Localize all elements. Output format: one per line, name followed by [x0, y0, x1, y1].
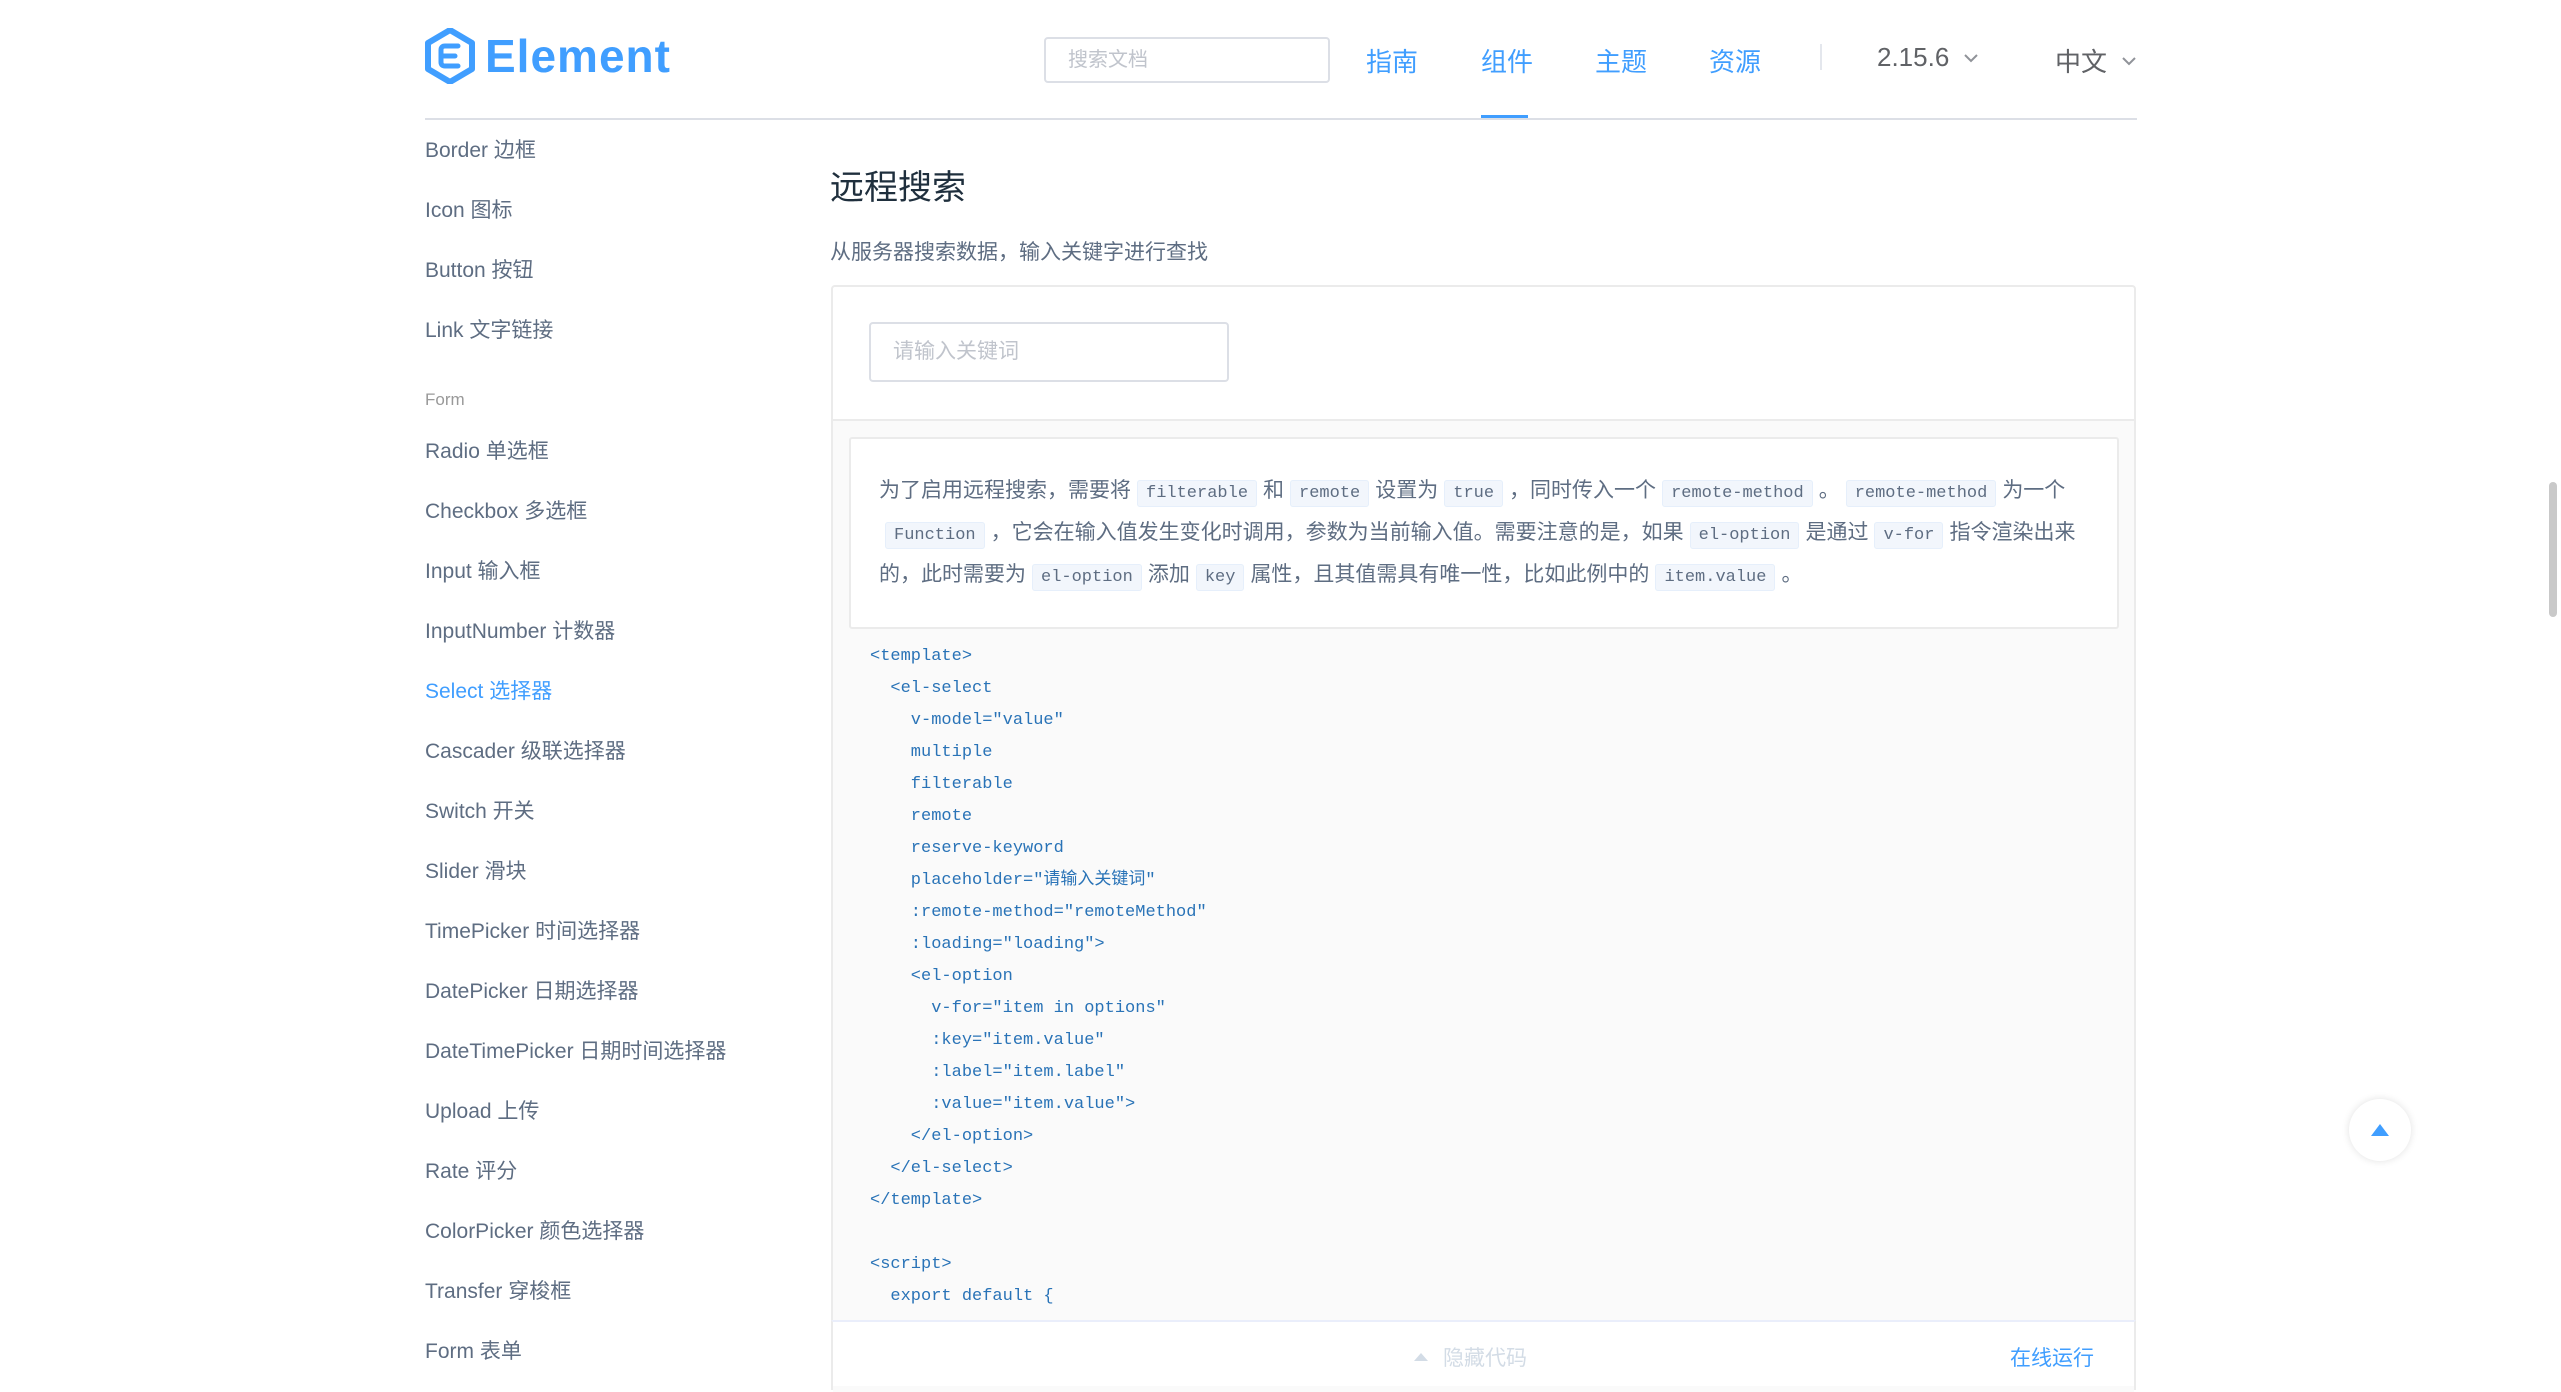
hide-code-label: 隐藏代码 — [1443, 1347, 1527, 1370]
code-remote: remote — [1290, 480, 1370, 507]
page: Element 指南 组件 主题 资源 2.15.6 中文 Border 边框 … — [0, 0, 2561, 1392]
desc-text: ，同时传入一个 — [1509, 479, 1657, 502]
code-line: :value="item.value"> — [870, 1095, 1136, 1114]
code-item-value: item.value — [1655, 564, 1776, 591]
sidebar-item-switch[interactable]: Switch 开关 — [425, 795, 535, 825]
demo-block: 为了启用远程搜索，需要将filterable和remote设置为true，同时传… — [831, 285, 2136, 1392]
demo-source — [833, 287, 2134, 421]
code-function: Function — [885, 522, 985, 549]
code-line: <el-select — [870, 679, 993, 698]
sidebar-item-select[interactable]: Select 选择器 — [425, 675, 552, 705]
code-block: <template> <el-select v-model="value" mu… — [870, 641, 1207, 1313]
caret-up-icon — [1414, 1353, 1428, 1361]
code-line: <template> — [870, 647, 973, 666]
code-line: v-for="item in options" — [870, 999, 1166, 1018]
code-line: :key="item.value" — [870, 1031, 1105, 1050]
code-remote-method: remote-method — [1662, 480, 1813, 507]
version-dropdown[interactable]: 2.15.6 — [1877, 42, 1979, 73]
search-input[interactable] — [1044, 37, 1330, 83]
language-dropdown[interactable]: 中文 — [2055, 42, 2137, 79]
remote-search-input[interactable] — [869, 322, 1229, 382]
desc-text: 为了启用远程搜索，需要将 — [879, 479, 1131, 502]
demo-description: 为了启用远程搜索，需要将 filterable 和 remote 设置为 true ，同时传… — [849, 437, 2119, 629]
chevron-down-icon — [1964, 53, 1979, 62]
code-filterable: filterable — [1137, 480, 1258, 507]
section-description: 从服务器搜索数据，输入关键字进行查找 — [830, 241, 1208, 264]
sidebar-item-radio[interactable]: Radio 单选框 — [425, 435, 549, 465]
code-el-option: el-option — [1032, 564, 1142, 591]
code-line: :remote-method="remoteMethod" — [870, 903, 1207, 922]
desc-text: 。 — [1818, 479, 1840, 502]
nav-divider — [1820, 44, 1822, 70]
page-scrollbar[interactable] — [2549, 482, 2557, 617]
code-line: export default { — [870, 1287, 1054, 1306]
nav-component[interactable]: 组件 — [1481, 42, 1533, 79]
sidebar-item-colorpicker[interactable]: ColorPicker 颜色选择器 — [425, 1215, 644, 1245]
code-true: true — [1444, 480, 1504, 507]
nav-resource[interactable]: 资源 — [1709, 42, 1761, 79]
back-to-top-icon — [2371, 1124, 2389, 1136]
hide-code-button[interactable]: 隐藏代码 — [1413, 1342, 1527, 1372]
back-to-top-button[interactable] — [2349, 1099, 2411, 1161]
sidebar-item-datetimepicker[interactable]: DateTimePicker 日期时间选择器 — [425, 1035, 726, 1065]
code-el-option: el-option — [1689, 522, 1800, 549]
desc-text: 为一个 — [2002, 479, 2066, 502]
desc-text: 。 — [1781, 563, 1803, 586]
code-v-for: v-for — [1874, 522, 1944, 549]
code-line: :loading="loading"> — [870, 935, 1105, 954]
code-line: multiple — [870, 743, 993, 762]
demo-meta: 为了启用远程搜索，需要将 filterable 和 remote 设置为 true ，同时传… — [833, 421, 2134, 1392]
section-title: 远程搜索 — [830, 169, 966, 207]
element-logo-icon — [425, 28, 475, 84]
code-line: reserve-keyword — [870, 839, 1064, 858]
desc-text: 设置为 — [1375, 479, 1439, 502]
desc-text: ，它会在输入值发生变化时调用，参数为当前输入值。需要注意的是，如果 — [990, 521, 1684, 544]
demo-control-bar: 隐藏代码 在线运行 — [831, 1320, 2136, 1386]
code-line: <script> — [870, 1255, 952, 1274]
sidebar-item-inputnumber[interactable]: InputNumber 计数器 — [425, 615, 615, 645]
desc-text: 添加 — [1147, 563, 1190, 586]
chevron-down-icon — [2122, 56, 2136, 65]
code-line: placeholder="请输入关键词" — [870, 871, 1156, 890]
header-divider — [425, 118, 2137, 120]
desc-text: 和 — [1263, 479, 1285, 502]
sidebar-item-border[interactable]: Border 边框 — [425, 134, 536, 164]
logo[interactable]: Element — [425, 28, 671, 84]
sidebar-item-input[interactable]: Input 输入框 — [425, 555, 541, 585]
sidebar-item-checkbox[interactable]: Checkbox 多选框 — [425, 495, 587, 525]
sidebar-item-link[interactable]: Link 文字链接 — [425, 314, 553, 344]
sidebar-item-cascader[interactable]: Cascader 级联选择器 — [425, 735, 626, 765]
code-remote-method: remote-method — [1845, 480, 1997, 507]
sidebar-item-rate[interactable]: Rate 评分 — [425, 1155, 517, 1185]
sidebar-item-timepicker[interactable]: TimePicker 时间选择器 — [425, 915, 640, 945]
code-line: :label="item.label" — [870, 1063, 1126, 1082]
code-line: <el-option — [870, 967, 1013, 986]
code-line: </el-option> — [870, 1127, 1034, 1146]
language-label: 中文 — [2055, 47, 2108, 77]
sidebar-item-upload[interactable]: Upload 上传 — [425, 1095, 539, 1125]
code-line: </el-select> — [870, 1159, 1013, 1178]
logo-text: Element — [485, 30, 671, 82]
sidebar-item-button[interactable]: Button 按钮 — [425, 254, 534, 284]
code-line: </template> — [870, 1191, 983, 1210]
sidebar-item-slider[interactable]: Slider 滑块 — [425, 855, 527, 885]
sidebar-item-form[interactable]: Form 表单 — [425, 1335, 522, 1365]
sidebar-item-datepicker[interactable]: DatePicker 日期选择器 — [425, 975, 639, 1005]
desc-text: 属性，且其值需具有唯一性，比如此例中的 — [1250, 563, 1650, 586]
nav-guide[interactable]: 指南 — [1366, 42, 1418, 79]
nav-theme[interactable]: 主题 — [1595, 42, 1647, 79]
sidebar-item-transfer[interactable]: Transfer 穿梭框 — [425, 1275, 571, 1305]
sidebar-group-form: Form — [425, 390, 465, 409]
code-line: filterable — [870, 775, 1013, 794]
run-online-button[interactable]: 在线运行 — [2010, 1342, 2094, 1372]
code-key: key — [1195, 564, 1245, 591]
desc-text: 是通过 — [1805, 521, 1869, 544]
sidebar-item-icon[interactable]: Icon 图标 — [425, 194, 513, 224]
code-line: v-model="value" — [870, 711, 1064, 730]
code-line: remote — [870, 807, 973, 826]
version-label: 2.15.6 — [1877, 42, 1950, 72]
